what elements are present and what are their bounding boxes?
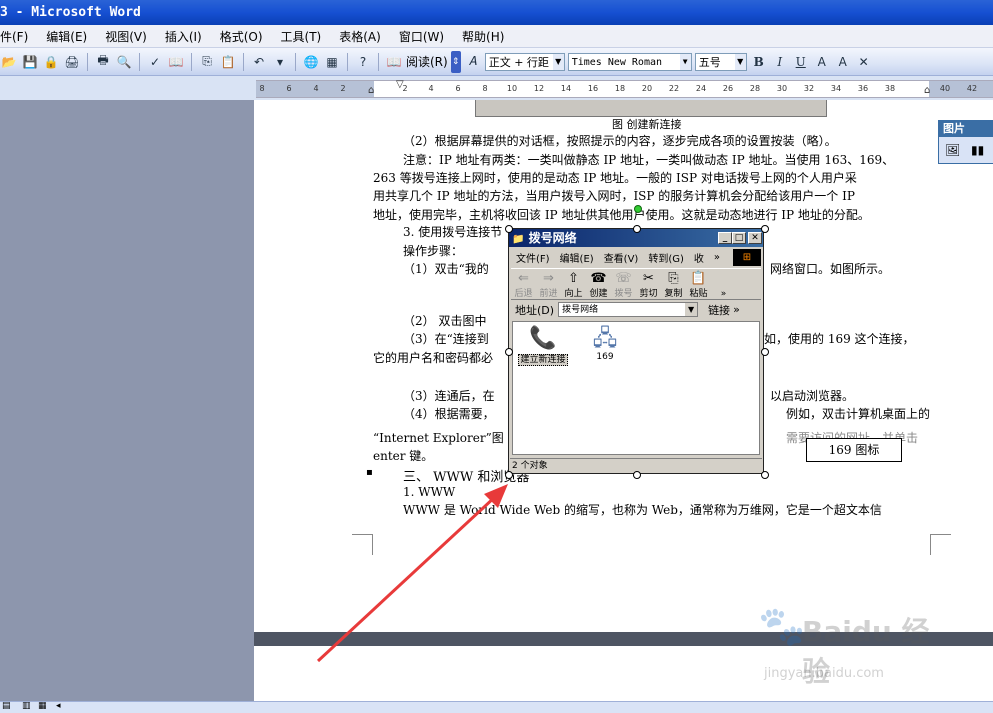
scroll-left-icon[interactable]: ◂	[56, 701, 61, 711]
arrow-line	[316, 494, 498, 663]
watermark: 🐾 Baidu 经验 jingyan.baidu.com	[758, 598, 938, 690]
reading-view-icon[interactable]: ▦	[38, 701, 47, 711]
view-bar: ▤ ▥ ▦ ◂	[0, 701, 993, 713]
print-layout-icon[interactable]: ▥	[22, 701, 31, 711]
paw-icon: 🐾	[758, 604, 806, 648]
watermark-url: jingyan.baidu.com	[764, 666, 884, 681]
normal-view-icon[interactable]: ▤	[2, 701, 11, 711]
